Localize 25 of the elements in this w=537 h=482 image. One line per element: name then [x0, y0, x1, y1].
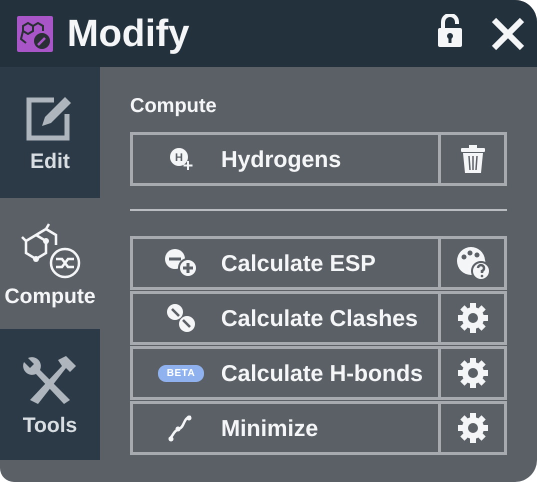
trash-icon[interactable] [460, 144, 486, 174]
options-button[interactable] [441, 404, 504, 452]
window-title: Modify [67, 14, 190, 52]
beta-badge: BETA [158, 364, 204, 382]
app-logo-icon [17, 16, 53, 52]
action-button[interactable]: Calculate Clashes [133, 294, 438, 342]
unlocked-padlock-icon[interactable] [437, 14, 463, 48]
close-icon[interactable] [491, 16, 525, 50]
charge-icon [163, 247, 199, 279]
sidebar-tab[interactable]: Tools [0, 329, 100, 460]
palette-help-icon[interactable] [454, 245, 490, 281]
section-title: Compute [130, 95, 218, 118]
settings-icon[interactable] [456, 412, 488, 444]
options-button[interactable] [441, 349, 504, 397]
delete-button[interactable] [441, 135, 504, 183]
sidebar-tab[interactable]: Edit [0, 67, 100, 198]
options-button[interactable] [441, 294, 504, 342]
settings-icon[interactable] [456, 357, 488, 389]
clash-atoms-icon [165, 302, 197, 334]
action-button[interactable]: Calculate ESP [133, 239, 438, 287]
action-button[interactable]: Minimize [133, 404, 438, 452]
settings-icon[interactable] [456, 302, 488, 334]
options-button[interactable] [441, 239, 504, 287]
action-button[interactable]: H Hydrogens [133, 135, 438, 183]
action-button[interactable]: BETA Calculate H-bonds [133, 349, 438, 397]
